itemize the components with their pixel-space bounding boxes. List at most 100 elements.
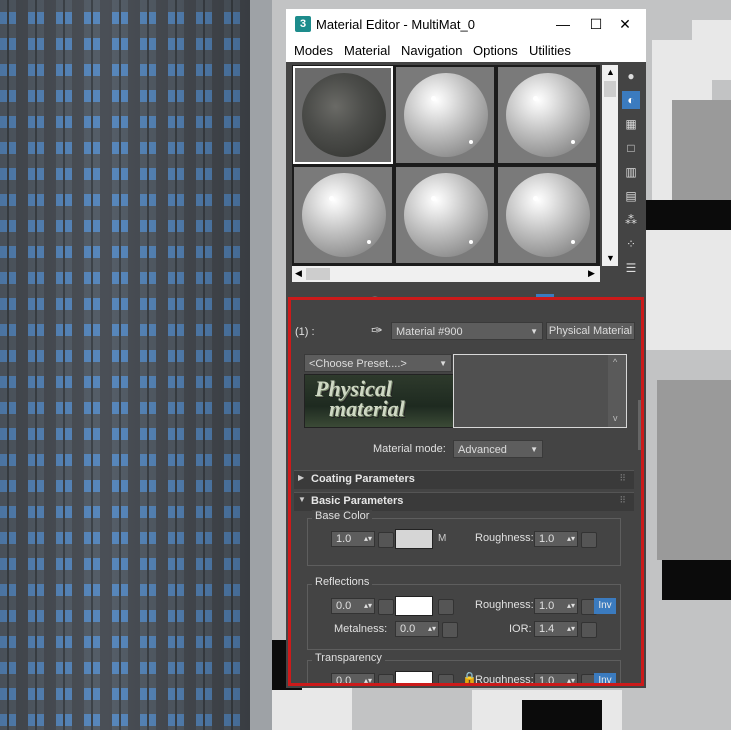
reflection-inv-button[interactable]: Inv: [594, 598, 616, 614]
ior-label: IOR:: [509, 623, 532, 635]
scroll-up-icon[interactable]: ▲: [606, 67, 615, 77]
city-block: [642, 230, 731, 350]
description-scrollbar[interactable]: ^ v: [608, 355, 626, 427]
menu-navigation[interactable]: Navigation: [401, 43, 462, 58]
base-roughness-spinner[interactable]: 1.0 ▴▾: [534, 531, 578, 547]
menu-modes[interactable]: Modes: [294, 43, 333, 58]
spinner-arrows-icon[interactable]: ▴▾: [567, 622, 575, 636]
metalness-spinner[interactable]: 0.0 ▴▾: [395, 621, 439, 637]
video-color-check-icon[interactable]: ▥: [622, 163, 640, 181]
spinner-arrows-icon[interactable]: ▴▾: [364, 599, 372, 613]
spinner-value: 1.0: [539, 675, 555, 686]
sample-type-icon[interactable]: ●: [622, 67, 640, 85]
material-type-button[interactable]: Physical Material: [546, 322, 635, 340]
background-icon[interactable]: ▦: [622, 115, 640, 133]
material-sphere: [404, 173, 488, 257]
material-sphere: [506, 73, 590, 157]
base-weight-map-button[interactable]: [378, 532, 394, 548]
spinner-arrows-icon[interactable]: ▴▾: [567, 532, 575, 546]
ior-map-button[interactable]: [581, 622, 597, 638]
base-color-swatch[interactable]: [395, 529, 433, 549]
basic-parameters-rollout[interactable]: ▼ Basic Parameters ⠿: [294, 492, 634, 511]
logo-text-line-2: material: [329, 396, 405, 421]
material-navigator-icon[interactable]: ☰: [622, 259, 640, 277]
material-editor-window: 3 Material Editor - MultiMat_0 — ☐ ✕ Mod…: [286, 9, 646, 688]
spinner-arrows-icon[interactable]: ▴▾: [567, 674, 575, 683]
city-block: [692, 20, 731, 80]
spinner-value: 0.0: [336, 675, 352, 686]
menu-material[interactable]: Material: [344, 43, 390, 58]
coating-parameters-rollout[interactable]: ▶ Coating Parameters ⠿: [294, 470, 634, 489]
spinner-arrows-icon[interactable]: ▴▾: [364, 674, 372, 683]
sample-slot-5[interactable]: [396, 167, 494, 263]
reflection-weight-map-button[interactable]: [378, 599, 394, 615]
select-by-material-icon[interactable]: ⁘: [622, 235, 640, 253]
transparency-roughness-spinner[interactable]: 1.0 ▴▾: [534, 673, 578, 686]
dropdown-arrow-icon: ▼: [439, 359, 447, 368]
sample-slot-3[interactable]: [498, 67, 596, 163]
reflection-weight-spinner[interactable]: 0.0 ▴▾: [331, 598, 375, 614]
side-toolbar: ● ◐ ▦ □ ▥ ▤ ⁂ ⁘ ☰: [620, 65, 644, 285]
base-weight-spinner[interactable]: 1.0 ▴▾: [331, 531, 375, 547]
maximize-button[interactable]: ☐: [581, 13, 611, 35]
sample-slot-6[interactable]: [498, 167, 596, 263]
transparency-roughness-label: Roughness:: [475, 674, 534, 686]
make-preview-icon[interactable]: ▤: [622, 187, 640, 205]
app-icon: 3: [295, 16, 311, 32]
reflection-roughness-spinner[interactable]: 1.0 ▴▾: [534, 598, 578, 614]
city-shadow: [632, 200, 731, 230]
menu-options[interactable]: Options: [473, 43, 518, 58]
transparency-inv-button[interactable]: Inv: [594, 673, 616, 683]
transparency-weight-map-button[interactable]: [378, 674, 394, 683]
title-bar[interactable]: 3 Material Editor - MultiMat_0 — ☐ ✕: [286, 9, 646, 40]
scroll-down-icon[interactable]: ▼: [606, 253, 615, 263]
sphere-highlight: [469, 240, 473, 244]
options-icon[interactable]: ⁂: [622, 211, 640, 229]
material-parameters-panel: (1) : ✑ Material #900 ▼ Physical Material…: [288, 297, 644, 686]
sphere-highlight: [571, 140, 575, 144]
group-title: Transparency: [312, 652, 385, 664]
slots-horizontal-scrollbar[interactable]: ◀ ▶: [292, 266, 600, 282]
sample-slot-1[interactable]: [293, 66, 393, 164]
minimize-button[interactable]: —: [548, 13, 578, 35]
transparency-weight-spinner[interactable]: 0.0 ▴▾: [331, 673, 375, 686]
material-mode-dropdown[interactable]: Advanced ▼: [453, 440, 543, 458]
ior-spinner[interactable]: 1.4 ▴▾: [534, 621, 578, 637]
spinner-value: 1.0: [539, 600, 555, 612]
scroll-up-icon[interactable]: ^: [613, 357, 617, 367]
building-shade: [0, 0, 262, 730]
scroll-thumb[interactable]: [604, 81, 616, 97]
menu-utilities[interactable]: Utilities: [529, 43, 571, 58]
reflection-color-swatch[interactable]: [395, 596, 433, 616]
building-tower: [0, 0, 270, 730]
sample-slot-4[interactable]: [294, 167, 392, 263]
spinner-arrows-icon[interactable]: ▴▾: [428, 622, 436, 636]
spinner-value: 1.0: [539, 533, 555, 545]
scroll-right-icon[interactable]: ▶: [588, 268, 595, 279]
preset-dropdown[interactable]: <Choose Preset....> ▼: [304, 354, 452, 372]
metalness-map-button[interactable]: [442, 622, 458, 638]
transparency-color-map-button[interactable]: [438, 674, 454, 683]
eyedropper-icon[interactable]: ✑: [371, 322, 383, 339]
transparency-color-swatch[interactable]: [395, 671, 433, 683]
slots-vertical-scrollbar[interactable]: ▲ ▼: [602, 65, 618, 266]
sample-slot-2[interactable]: [396, 67, 494, 163]
window-title: Material Editor - MultiMat_0: [316, 17, 475, 32]
scroll-down-icon[interactable]: v: [613, 413, 618, 423]
spinner-value: 0.0: [400, 623, 416, 635]
panel-scrollbar[interactable]: [638, 400, 641, 450]
spinner-arrows-icon[interactable]: ▴▾: [567, 599, 575, 613]
base-roughness-map-button[interactable]: [581, 532, 597, 548]
reflection-color-map-button[interactable]: [438, 599, 454, 615]
building-edge: [250, 0, 272, 730]
base-color-map-button[interactable]: M: [438, 533, 446, 544]
spinner-value: 1.0: [336, 533, 352, 545]
spinner-arrows-icon[interactable]: ▴▾: [364, 532, 372, 546]
material-name-field[interactable]: Material #900 ▼: [391, 322, 543, 340]
scroll-left-icon[interactable]: ◀: [295, 268, 302, 279]
backlight-icon[interactable]: ◐: [622, 91, 640, 109]
scroll-thumb[interactable]: [306, 268, 330, 280]
sphere-highlight: [469, 140, 473, 144]
uv-tiling-icon[interactable]: □: [622, 139, 640, 157]
close-button[interactable]: ✕: [610, 13, 640, 35]
